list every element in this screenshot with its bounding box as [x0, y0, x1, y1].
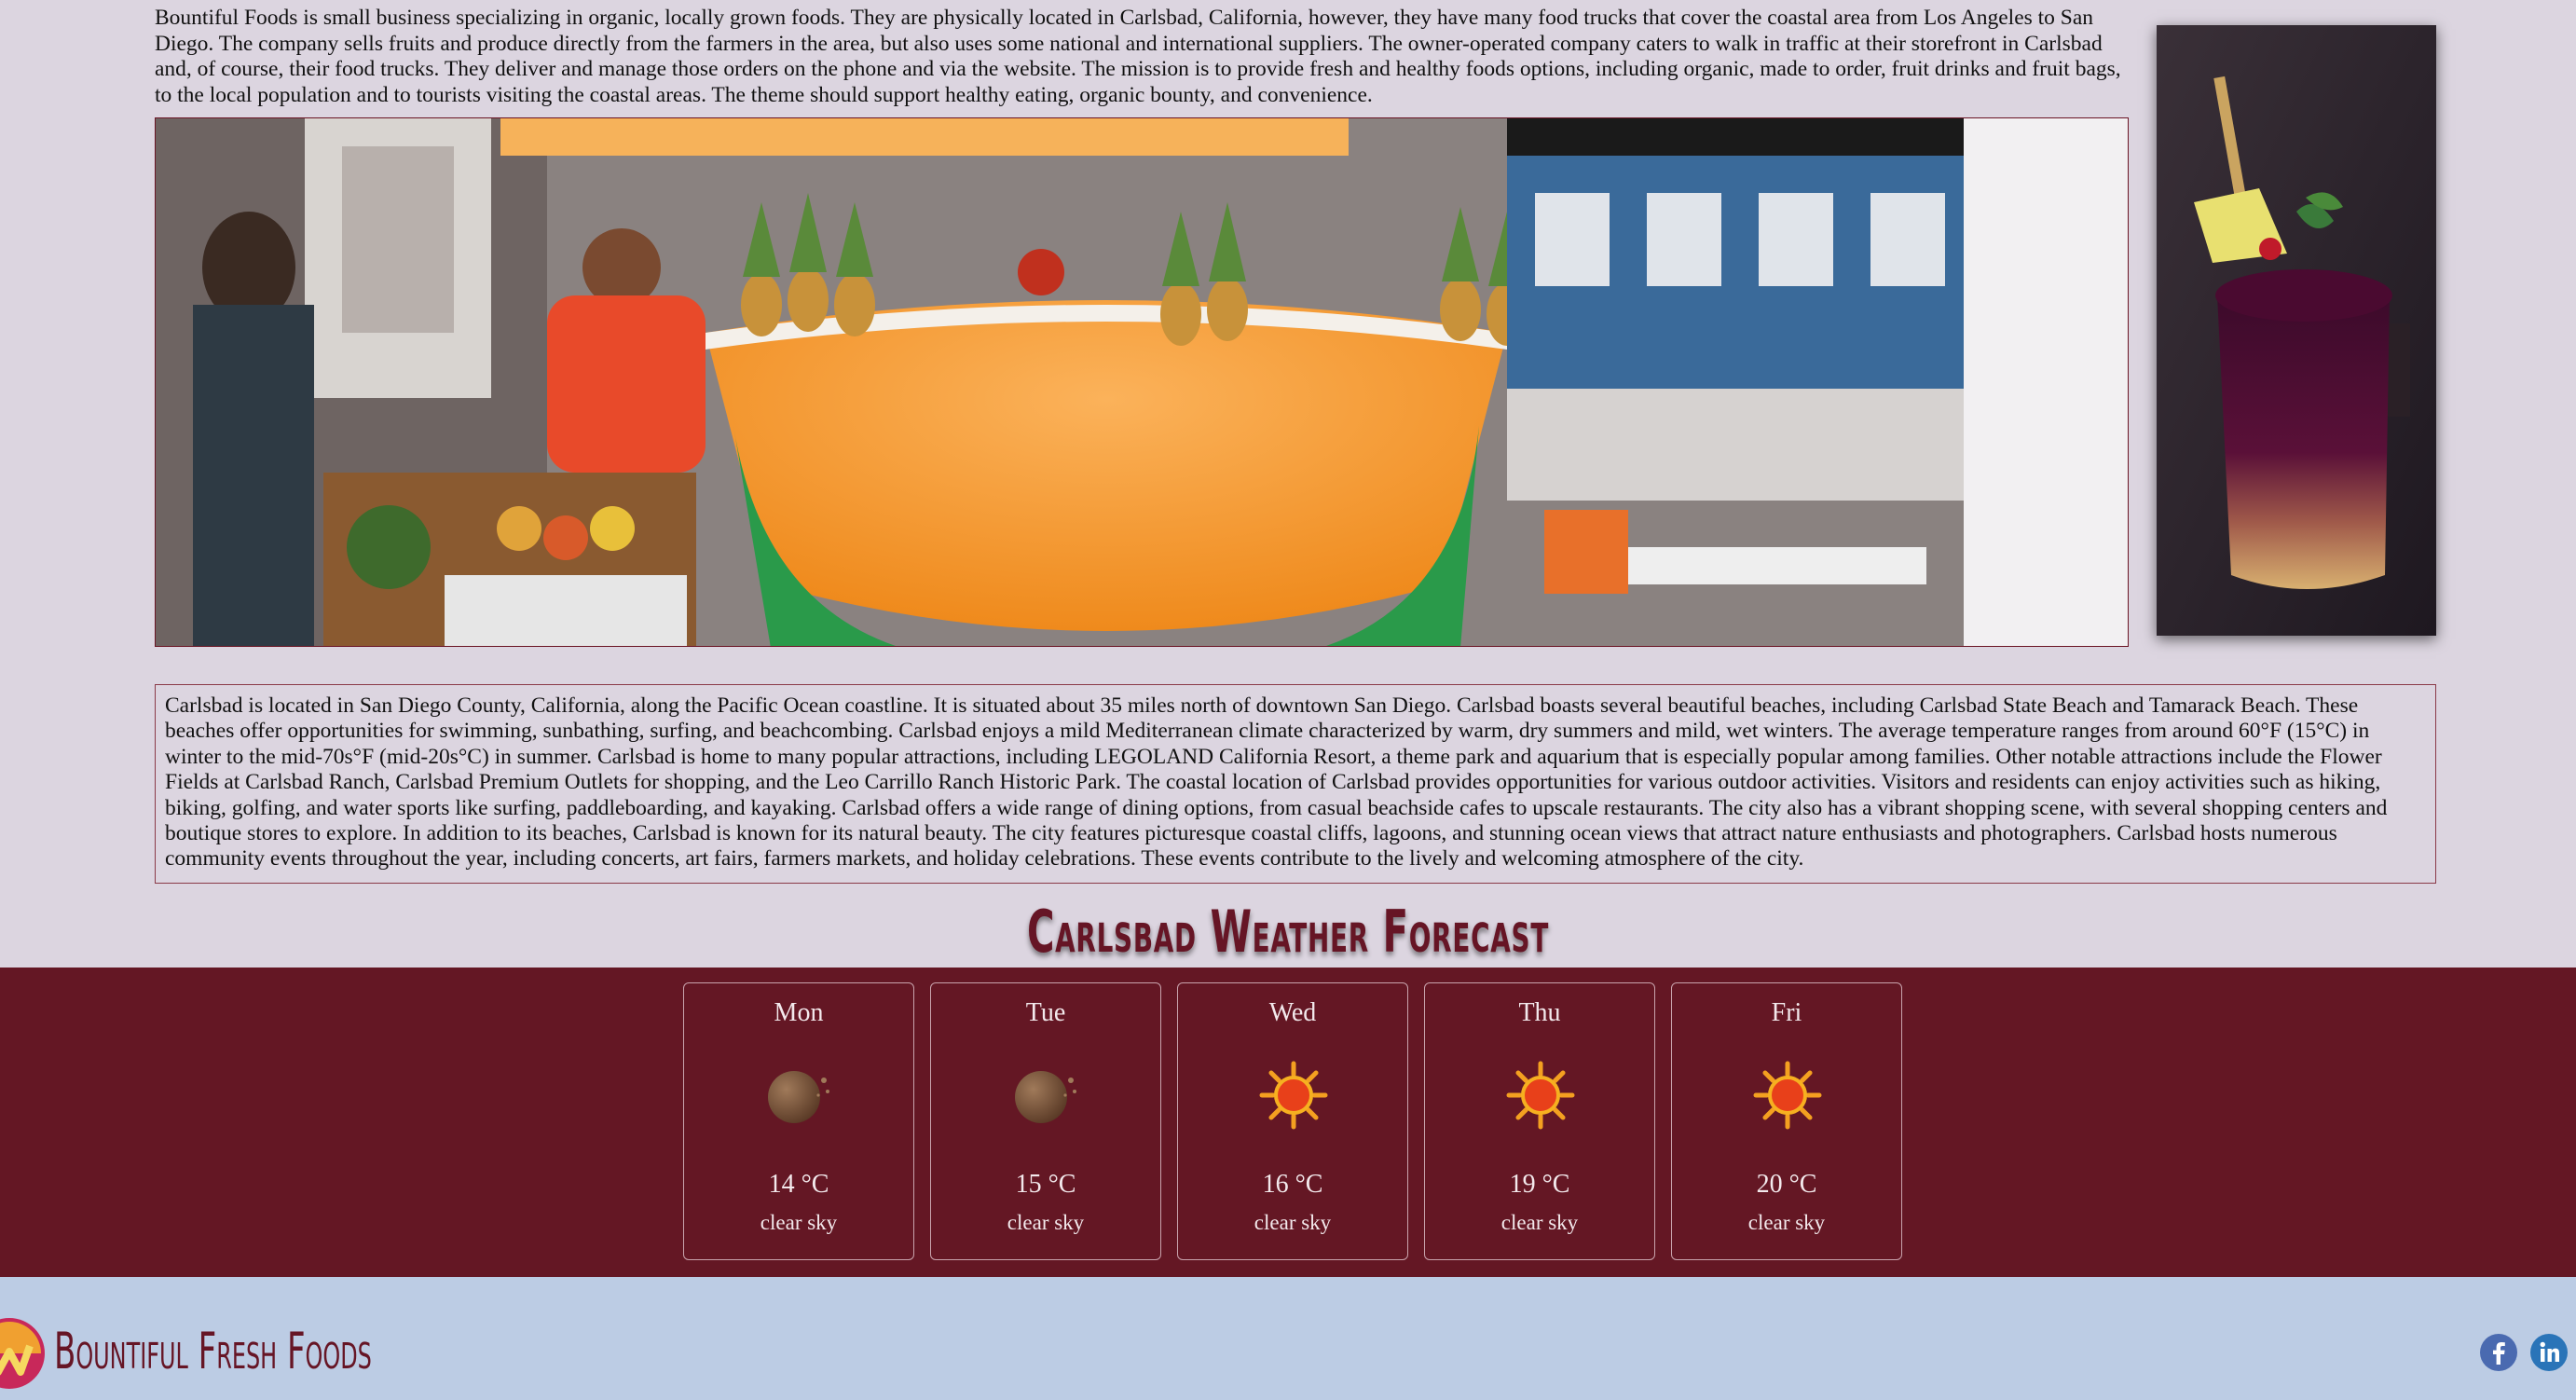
- moon-clear-icon: [1009, 1058, 1084, 1132]
- intro-paragraph: Bountiful Foods is small business specia…: [155, 6, 2121, 107]
- logo-icon[interactable]: [0, 1316, 47, 1391]
- forecast-temperature: 19 °C: [1509, 1170, 1570, 1199]
- forecast-temperature: 14 °C: [768, 1170, 829, 1199]
- forecast-card: Tue 15 °C clear sky: [930, 982, 1161, 1260]
- forecast-description: clear sky: [1007, 1211, 1085, 1234]
- footer: Bountiful Fresh Foods: [0, 1277, 2576, 1400]
- forecast-card: Thu 19 °C clear sky: [1424, 982, 1655, 1260]
- forecast-card: Fri 20 °C clear sky: [1671, 982, 1902, 1260]
- forecast-temperature: 15 °C: [1015, 1170, 1076, 1199]
- forecast-temperature: 20 °C: [1756, 1170, 1817, 1199]
- linkedin-icon[interactable]: [2529, 1333, 2569, 1372]
- forecast-day: Thu: [1518, 998, 1561, 1027]
- forecast-description: clear sky: [1500, 1211, 1579, 1234]
- forecast-card: Mon 14 °C clear sky: [683, 982, 914, 1260]
- weather-forecast-section: Mon 14 °C clear sky Tue 15 °C clear sky Wed 16 …: [0, 968, 2576, 1277]
- forecast-description: clear sky: [1254, 1211, 1332, 1234]
- forecast-day: Mon: [774, 998, 824, 1027]
- sun-icon: [1256, 1058, 1331, 1132]
- carlsbad-info-box: Carlsbad is located in San Diego County,…: [155, 684, 2436, 884]
- fruit-drink-image: [2157, 25, 2436, 636]
- forecast-day: Tue: [1025, 998, 1066, 1027]
- sun-icon: [1750, 1058, 1825, 1132]
- facebook-icon[interactable]: [2479, 1333, 2518, 1372]
- moon-clear-icon: [762, 1058, 837, 1132]
- forecast-description: clear sky: [760, 1211, 838, 1234]
- hero-banner-image: [155, 117, 2129, 647]
- brand-name[interactable]: Bountiful Fresh Foods: [54, 1324, 372, 1379]
- forecast-title: Carlsbad Weather Forecast: [1026, 898, 1550, 966]
- sun-icon: [1503, 1058, 1578, 1132]
- forecast-day: Fri: [1771, 998, 1802, 1027]
- forecast-card: Wed 16 °C clear sky: [1177, 982, 1408, 1260]
- forecast-description: clear sky: [1747, 1211, 1826, 1234]
- forecast-day: Wed: [1268, 998, 1317, 1027]
- forecast-temperature: 16 °C: [1262, 1170, 1323, 1199]
